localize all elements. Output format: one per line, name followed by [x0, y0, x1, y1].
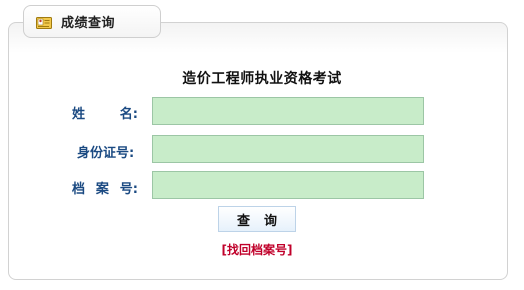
- archive-label-char-2: 案: [95, 182, 109, 197]
- id-card-icon: [36, 15, 52, 29]
- archive-label-char-1: 档: [72, 182, 86, 197]
- tab-score-query[interactable]: 成绩查询: [23, 5, 161, 38]
- name-input[interactable]: [152, 97, 424, 125]
- id-number-label-text: 身份证号:: [77, 146, 135, 161]
- archive-number-input[interactable]: [152, 171, 424, 199]
- name-label: 姓 名:: [72, 103, 138, 122]
- id-number-label: 身份证号:: [77, 142, 143, 161]
- archive-label-char-3: 号:: [119, 182, 138, 197]
- archive-number-label: 档 案 号:: [72, 178, 138, 197]
- name-label-char-2: 名:: [119, 107, 138, 122]
- exam-title: 造价工程师执业资格考试: [182, 71, 342, 87]
- id-number-input[interactable]: [152, 135, 424, 163]
- query-button[interactable]: 查询: [218, 206, 296, 232]
- tab-title: 成绩查询: [61, 16, 116, 31]
- retrieve-archive-number-link[interactable]: [找回档案号]: [0, 241, 514, 258]
- name-label-char-1: 姓: [72, 107, 86, 122]
